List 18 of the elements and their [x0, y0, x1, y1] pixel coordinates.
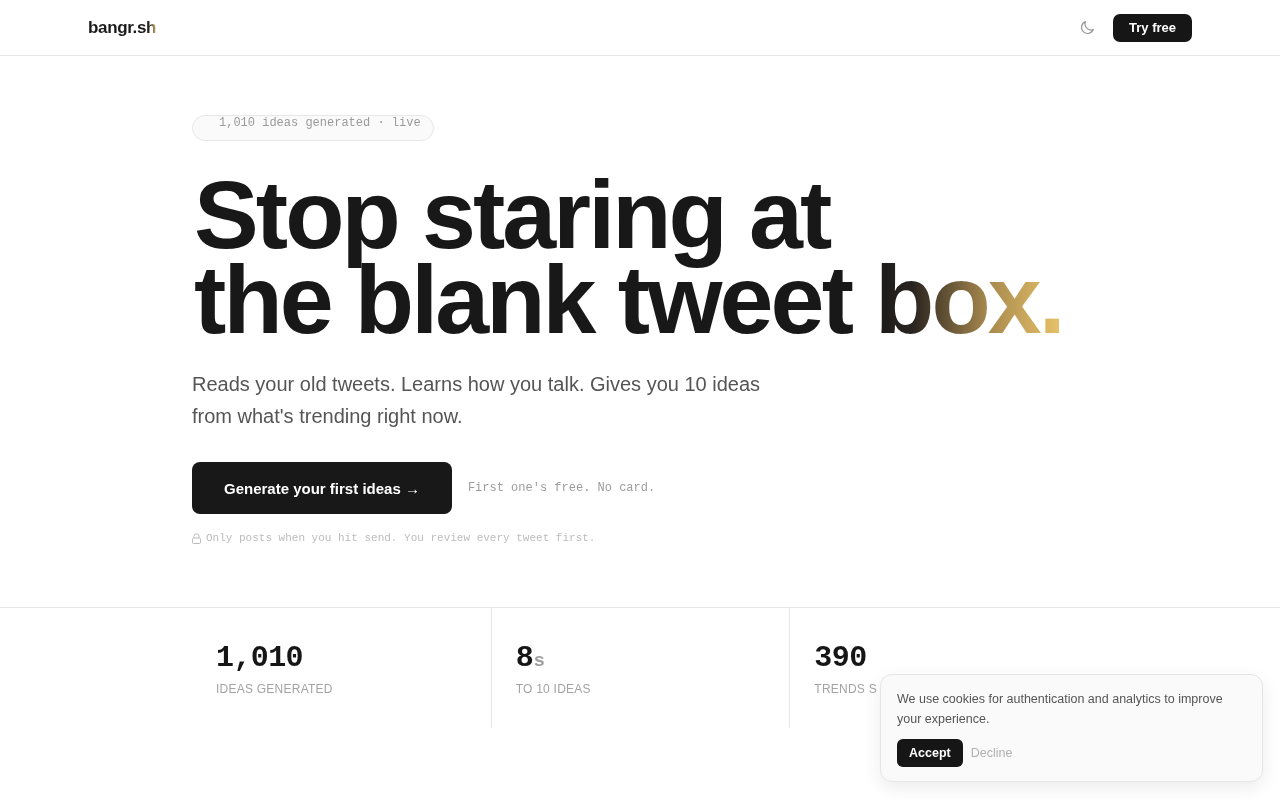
stat-value: 390: [814, 640, 867, 676]
moon-icon[interactable]: [1080, 20, 1095, 35]
stat-unit: s: [534, 649, 545, 671]
privacy-note: Only posts when you hit send. You review every tweet first.: [206, 531, 596, 546]
stat-label: TRENDS S: [814, 682, 877, 696]
ideas-counter-badge: 1,010 ideas generated · live: [192, 115, 434, 141]
subtitle: Reads your old tweets. Learns how you talk. Gives you 10 ideas from what's trending right now.: [192, 372, 762, 429]
generate-ideas-button[interactable]: Generate your first ideas →: [192, 462, 452, 514]
stat-label: IDEAS GENERATED: [216, 682, 333, 696]
lock-icon: [192, 532, 201, 544]
cookie-message: We use cookies for authentication and analytics to improve your experience.: [897, 691, 1224, 728]
cta-note: First one's free. No card.: [467, 481, 656, 495]
stat-label: TO 10 IDEAS: [515, 682, 591, 696]
accept-button[interactable]: Accept: [897, 739, 963, 767]
try-free-button[interactable]: Try free: [1113, 13, 1192, 42]
headline: Stop staring at the blank tweet box.: [194, 172, 1063, 342]
stat-value: 8: [515, 640, 534, 676]
stat-value: 1,010: [216, 640, 303, 676]
